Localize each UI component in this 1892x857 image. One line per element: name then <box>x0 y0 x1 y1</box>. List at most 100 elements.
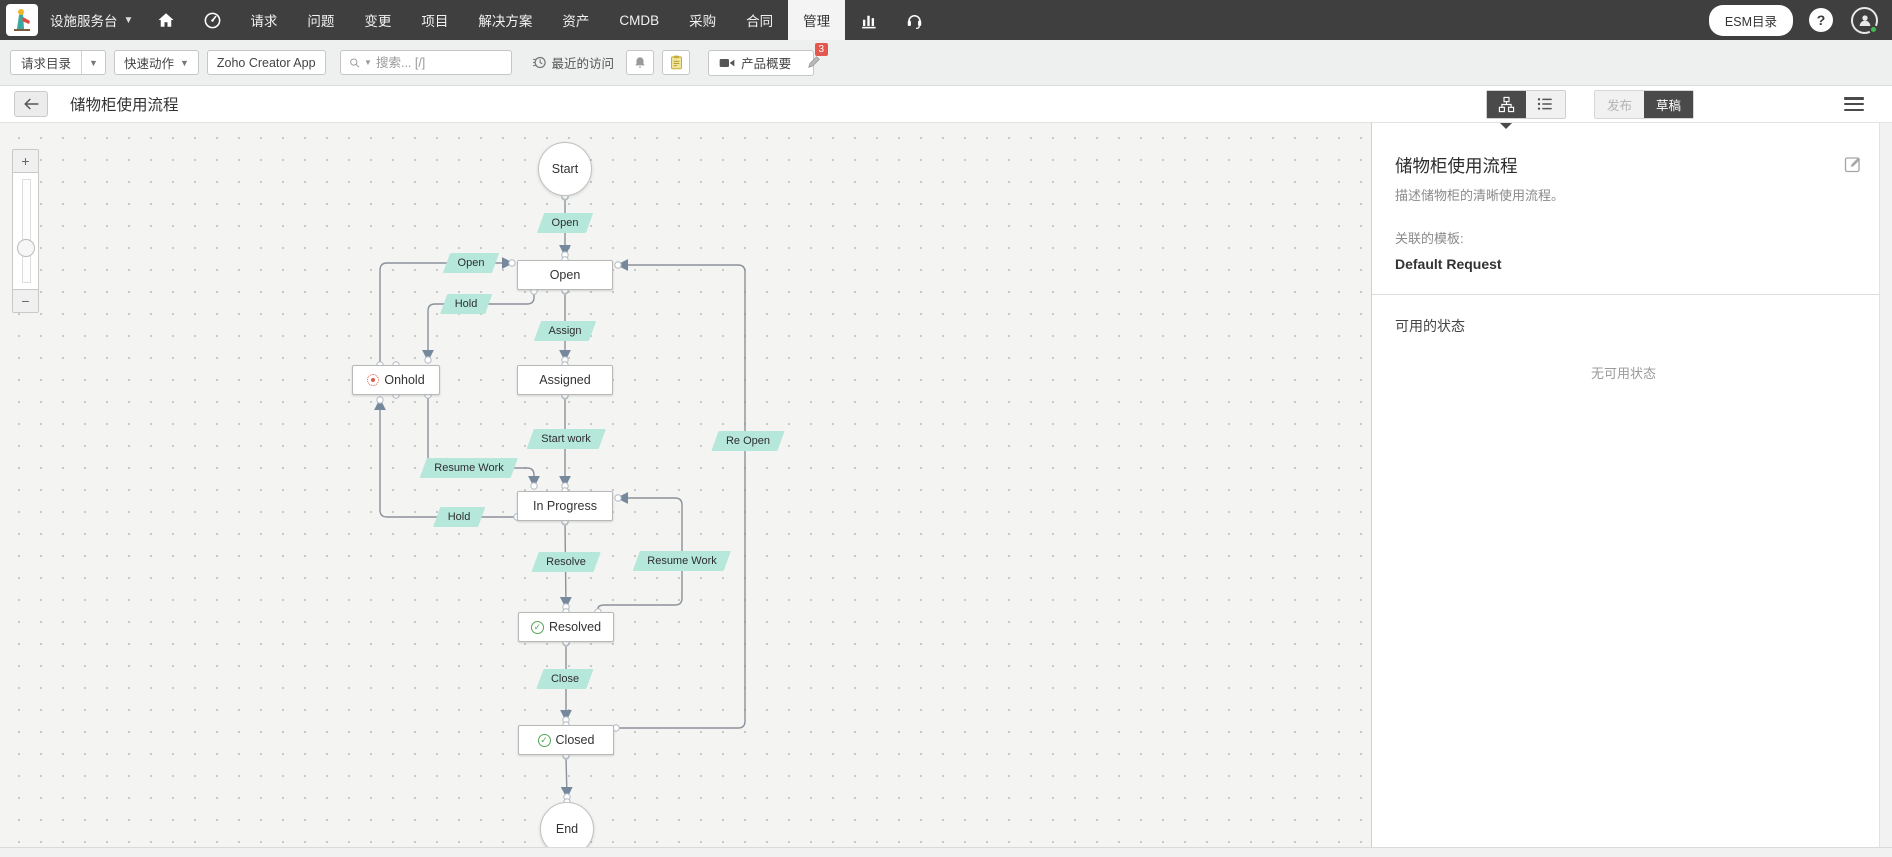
nav-tab-1[interactable]: 问题 <box>292 0 349 40</box>
nav-tab-8[interactable]: 合同 <box>731 0 788 40</box>
user-avatar[interactable] <box>1851 6 1878 34</box>
transition-label-t-hold-upper[interactable]: Hold <box>440 294 492 314</box>
transition-label-text: Open <box>457 257 485 269</box>
portal-switcher[interactable]: 设施服务台 ▼ <box>48 10 143 30</box>
request-catalog-dropdown[interactable]: 请求目录 ▼ <box>10 50 106 75</box>
zoho-creator-label: Zoho Creator App <box>216 55 316 70</box>
help-button[interactable]: ? <box>1809 8 1833 32</box>
chevron-down-icon: ▼ <box>179 57 189 68</box>
nav-tab-0[interactable]: 请求 <box>235 0 292 40</box>
connection-port[interactable] <box>508 259 516 267</box>
zoom-in-button[interactable]: + <box>12 149 39 173</box>
check-circle-icon: ✓ <box>530 620 544 634</box>
edit-icon[interactable] <box>1844 155 1862 178</box>
headset-icon[interactable] <box>891 0 937 40</box>
product-overview-button[interactable]: 产品概要 <box>708 49 815 76</box>
transition-label-text: Hold <box>454 298 478 310</box>
horizontal-scrollbar[interactable] <box>0 847 1892 857</box>
back-arrow-icon <box>23 98 38 110</box>
transition-label-t-resume-left[interactable]: Resume Work <box>419 458 519 478</box>
connection-port[interactable] <box>614 261 622 269</box>
list-view-button[interactable] <box>1525 90 1565 118</box>
publish-draft-toggle: 发布 草稿 <box>1593 89 1694 119</box>
connection-port[interactable] <box>376 396 384 404</box>
nav-tab-2[interactable]: 变更 <box>349 0 406 40</box>
pencil-icon[interactable] <box>806 54 822 75</box>
transition-label-t-assign[interactable]: Assign <box>533 321 597 341</box>
selected-pointer <box>1500 122 1513 129</box>
home-icon[interactable] <box>143 0 189 40</box>
publish-button[interactable]: 发布 <box>1594 90 1644 118</box>
quick-actions-label: 快速动作 <box>123 57 174 71</box>
zoom-slider-rail <box>22 179 31 283</box>
nav-tab-5[interactable]: 资产 <box>547 0 604 40</box>
draft-label: 草稿 <box>1655 98 1681 113</box>
nav-tab-3[interactable]: 项目 <box>406 0 463 40</box>
connection-port[interactable] <box>530 482 538 490</box>
transition-label-t-reopen[interactable]: Re Open <box>711 431 785 451</box>
search-box[interactable]: ▼ <box>339 50 512 75</box>
chevron-down-icon: ▼ <box>81 51 105 74</box>
chevron-down-icon: ▼ <box>123 14 134 26</box>
state-node-s-assigned[interactable]: Assigned <box>517 365 613 395</box>
recent-visits-button[interactable]: 最近的访问 <box>528 53 619 72</box>
workflow-title: 储物柜使用流程 <box>1395 156 1518 176</box>
connection-port[interactable] <box>424 356 432 364</box>
transition-label-t-open-main[interactable]: Open <box>536 213 594 233</box>
top-nav-bar: 设施服务台 ▼ 请求 问题 变更 项目 解决方案 资产 CMDB 采购 合同 管理 ESM目录 ? <box>0 0 1892 40</box>
flowchart-icon <box>1498 96 1515 112</box>
search-scope-chevron-icon[interactable]: ▼ <box>364 58 372 67</box>
online-status-dot <box>1869 24 1878 34</box>
state-label: Resolved <box>548 620 602 634</box>
panel-scrollbar[interactable] <box>1879 123 1892 857</box>
quick-actions-dropdown[interactable]: 快速动作 ▼ <box>113 50 199 75</box>
workflow-edges <box>374 192 746 806</box>
recent-visits-label: 最近的访问 <box>551 57 615 71</box>
esm-catalog-button[interactable]: ESM目录 <box>1708 4 1793 36</box>
app-logo[interactable] <box>6 4 38 36</box>
edge-onhold-open-open[interactable] <box>379 257 514 365</box>
bell-icon <box>635 57 645 68</box>
state-node-s-open[interactable]: Open <box>517 260 613 290</box>
page-header: 储物柜使用流程 发布 草稿 <box>0 86 1892 129</box>
transition-label-t-open-loop[interactable]: Open <box>442 253 500 273</box>
zoho-creator-button[interactable]: Zoho Creator App <box>206 50 326 75</box>
transition-label-t-resume-right[interactable]: Resume Work <box>632 551 732 571</box>
state-label: Closed <box>555 733 595 747</box>
view-toggle <box>1485 89 1566 129</box>
nav-tab-9[interactable]: 管理 <box>788 0 846 40</box>
transition-label-text: Hold <box>447 511 471 523</box>
transition-label-t-close[interactable]: Close <box>536 669 594 689</box>
nav-tab-4[interactable]: 解决方案 <box>463 0 547 40</box>
zoom-slider-handle[interactable] <box>17 239 35 257</box>
reports-icon[interactable] <box>845 0 891 40</box>
nav-tab-7[interactable]: 采购 <box>674 0 731 40</box>
zoom-out-button[interactable]: − <box>12 289 39 313</box>
workflow-canvas[interactable]: Start Open Open Open Hold Assign Onhold Assigne… <box>0 123 1371 857</box>
connection-port[interactable] <box>614 494 622 502</box>
terminal-node-start[interactable]: Start <box>538 142 592 196</box>
search-input[interactable] <box>375 55 503 70</box>
notifications-button[interactable] <box>626 50 655 75</box>
draft-button[interactable]: 草稿 <box>1643 90 1693 118</box>
dashboard-icon[interactable] <box>189 0 235 40</box>
edge-closed-reopen-open[interactable] <box>616 259 746 729</box>
transition-label-t-resolve[interactable]: Resolve <box>531 552 601 572</box>
logo-image <box>14 9 30 31</box>
edge-closed-to-end[interactable] <box>560 755 573 799</box>
nav-tab-6[interactable]: CMDB <box>604 0 674 40</box>
list-icon <box>1538 98 1553 110</box>
transition-label-t-startwork[interactable]: Start work <box>526 429 606 449</box>
menu-button[interactable] <box>1844 97 1864 111</box>
state-node-s-inprogress[interactable]: In Progress <box>517 491 613 521</box>
release-notes-button[interactable] <box>662 50 691 75</box>
zoom-slider[interactable] <box>12 173 39 289</box>
available-status-label: 可用的状态 <box>1395 318 1465 334</box>
back-button[interactable] <box>14 91 48 117</box>
transition-label-t-hold-lower[interactable]: Hold <box>433 507 485 527</box>
transition-label-text: Resume Work <box>434 462 504 474</box>
state-node-s-closed[interactable]: ✓ Closed <box>518 725 614 755</box>
state-node-s-resolved[interactable]: ✓ Resolved <box>518 612 614 642</box>
state-node-s-onhold[interactable]: Onhold <box>352 365 440 395</box>
flow-view-button[interactable] <box>1486 90 1526 129</box>
